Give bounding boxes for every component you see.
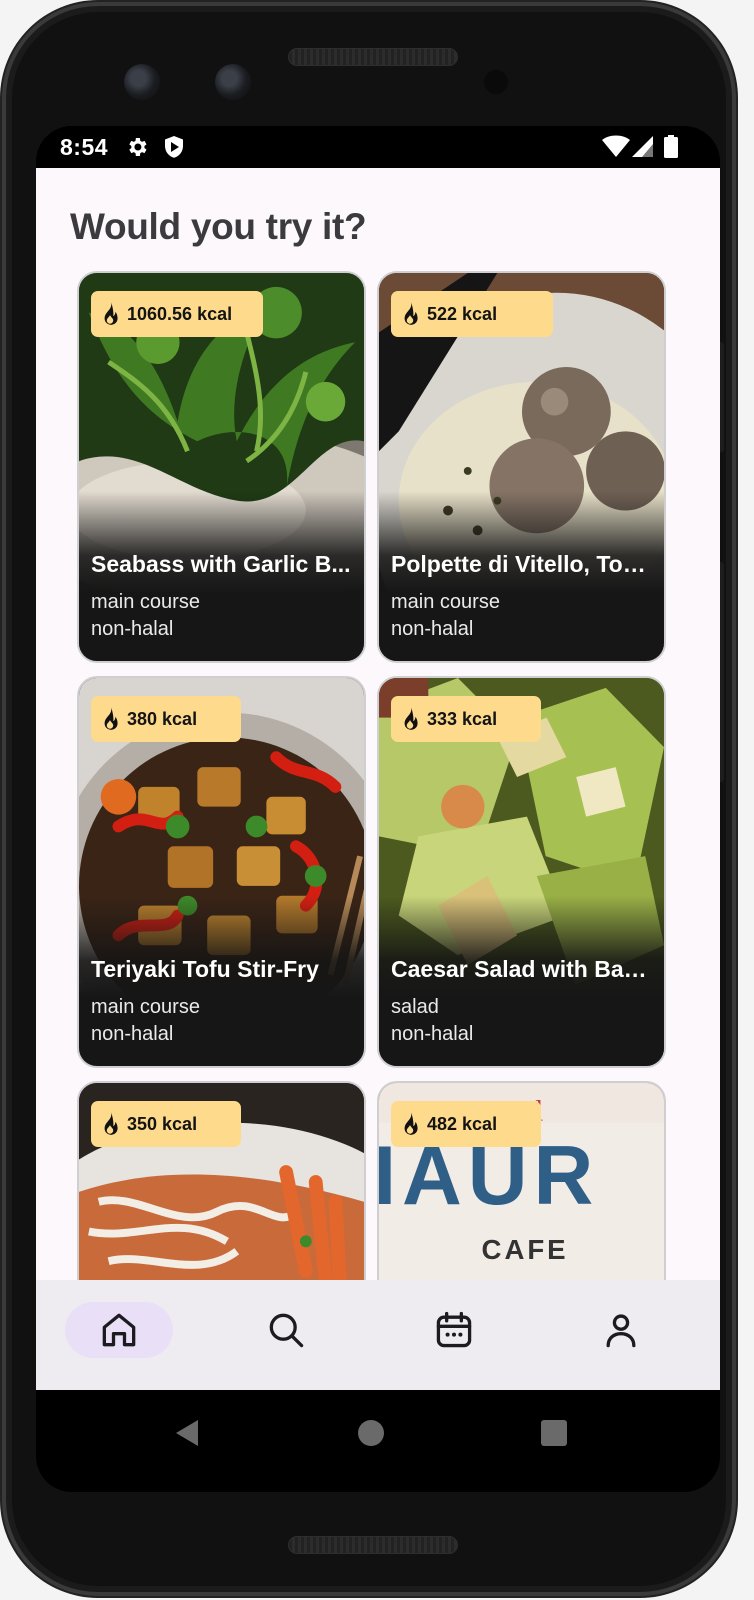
recipe-diet: non-halal (91, 1023, 174, 1045)
bottom-speaker (288, 1536, 458, 1554)
nav-calendar[interactable] (400, 1302, 508, 1358)
recipe-title: Caesar Salad with Bag... (391, 956, 653, 982)
kcal-badge: 482 kcal (391, 1101, 541, 1147)
nav-search[interactable] (232, 1302, 340, 1358)
flame-icon (104, 707, 118, 730)
recipe-card[interactable]: 333 kcal Caesar Salad with Bag... salad … (377, 676, 666, 1068)
search-icon (269, 1313, 304, 1348)
front-sensor (215, 64, 251, 100)
kcal-value: 522 kcal (427, 303, 498, 324)
recipe-title: Teriyaki Tofu Stir-Fry (91, 956, 319, 982)
recipe-card[interactable]: 1060.56 kcal Seabass with Garlic B... ma… (77, 271, 366, 663)
recipe-category: main course (91, 591, 200, 613)
phone-frame: 8:54 Would you try it? 1060.56 kcal Seab… (2, 2, 736, 1596)
recipe-card[interactable]: 380 kcal Teriyaki Tofu Stir-Fry main cou… (77, 676, 366, 1068)
kcal-badge: 1060.56 kcal (91, 291, 263, 337)
bottom-navigation (36, 1280, 720, 1390)
flame-icon (104, 1112, 118, 1135)
home-button-icon[interactable] (357, 1419, 385, 1447)
kcal-badge: 333 kcal (391, 696, 541, 742)
back-icon[interactable] (174, 1418, 200, 1448)
calendar-icon (436, 1311, 472, 1348)
svg-text:CAFE: CAFE (482, 1234, 569, 1265)
recipe-category: salad (391, 996, 439, 1018)
front-camera (124, 64, 160, 100)
kcal-value: 482 kcal (427, 1113, 498, 1134)
kcal-badge: 380 kcal (91, 696, 241, 742)
kcal-badge: 350 kcal (91, 1101, 241, 1147)
signal-icon (632, 136, 653, 157)
kcal-value: 350 kcal (127, 1113, 198, 1134)
kcal-badge: 522 kcal (391, 291, 553, 337)
shield-icon (165, 136, 183, 158)
recipe-diet: non-halal (391, 1023, 474, 1045)
recipe-diet: non-halal (91, 618, 174, 640)
page-title: Would you try it? (70, 206, 367, 247)
recipe-card[interactable]: Segal IAUR CAFE 482 kcal (377, 1081, 666, 1280)
app-content: Would you try it? 1060.56 kcal Seabass w… (36, 168, 720, 1280)
recipe-card[interactable]: 350 kcal (77, 1081, 366, 1280)
recipe-title: Polpette di Vitello, Ton... (391, 551, 653, 577)
status-time: 8:54 (60, 134, 109, 160)
recipe-category: main course (91, 996, 200, 1018)
battery-icon (664, 135, 678, 158)
earpiece-speaker (288, 48, 458, 66)
screen: 8:54 Would you try it? 1060.56 kcal Seab… (36, 126, 720, 1492)
flame-icon (104, 302, 118, 325)
status-bar: 8:54 (36, 126, 720, 168)
recipe-category: main course (391, 591, 500, 613)
recents-icon[interactable] (541, 1420, 567, 1446)
nav-home[interactable] (65, 1302, 173, 1358)
recipe-card[interactable]: 522 kcal Polpette di Vitello, Ton... mai… (377, 271, 666, 663)
nav-profile[interactable] (567, 1302, 675, 1358)
kcal-value: 333 kcal (427, 708, 498, 729)
profile-icon (606, 1314, 636, 1348)
kcal-value: 1060.56 kcal (127, 303, 233, 324)
recipe-diet: non-halal (391, 618, 474, 640)
home-icon (102, 1313, 136, 1347)
system-navigation-bar (36, 1390, 720, 1492)
flame-icon (404, 707, 418, 730)
flame-icon (404, 302, 418, 325)
proximity-sensor (484, 70, 508, 94)
gear-icon (129, 138, 147, 156)
kcal-value: 380 kcal (127, 708, 198, 729)
flame-icon (404, 1112, 418, 1135)
wifi-icon (602, 135, 630, 157)
recipe-title: Seabass with Garlic B... (91, 551, 351, 577)
